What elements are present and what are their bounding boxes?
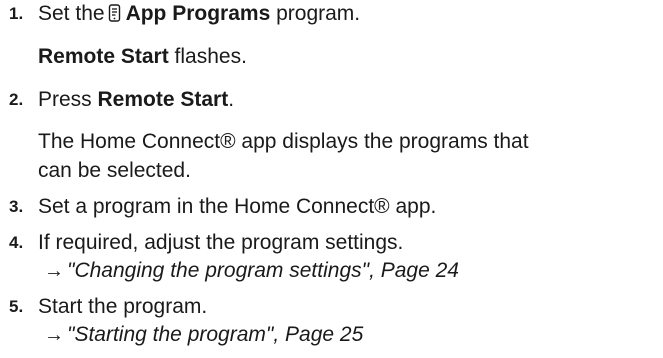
- step-number: 4.: [9, 233, 24, 252]
- result-text: flashes.: [168, 45, 247, 68]
- cross-reference-link[interactable]: "Changing the program settings", Page 24: [67, 258, 459, 284]
- step-number: 1.: [9, 4, 24, 23]
- result-text: can be selected.: [38, 159, 191, 182]
- step-number: 5.: [9, 297, 24, 316]
- step-text: If required, adjust the program settings…: [38, 231, 404, 254]
- arrow-right-icon: →: [44, 260, 64, 282]
- step-number: 3.: [9, 197, 24, 216]
- step-text: Start the program.: [38, 295, 208, 318]
- step-text-pre: Set the: [38, 2, 105, 25]
- step-text-post: .: [228, 88, 235, 111]
- instruction-page: 1. Set the App Programs program. Remote S…: [0, 0, 663, 358]
- step-text-pre: Press: [38, 88, 98, 111]
- step-text-post: program.: [270, 2, 361, 25]
- cross-reference-link[interactable]: "Starting the program", Page 25: [67, 322, 363, 348]
- result-text: The Home Connect® app displays the progr…: [38, 130, 529, 153]
- step-bold-term: Remote Start: [97, 88, 229, 111]
- step-text: Set a program in the Home Connect® app.: [38, 195, 437, 218]
- step-number: 2.: [9, 90, 24, 109]
- app-programs-icon: [108, 4, 120, 22]
- step-bold-term: App Programs: [125, 2, 271, 25]
- step-text: Set the App Programs program.: [38, 1, 360, 27]
- arrow-right-icon: →: [44, 324, 64, 346]
- step-text: Press Remote Start.: [38, 87, 234, 113]
- result-bold-term: Remote Start: [38, 45, 169, 68]
